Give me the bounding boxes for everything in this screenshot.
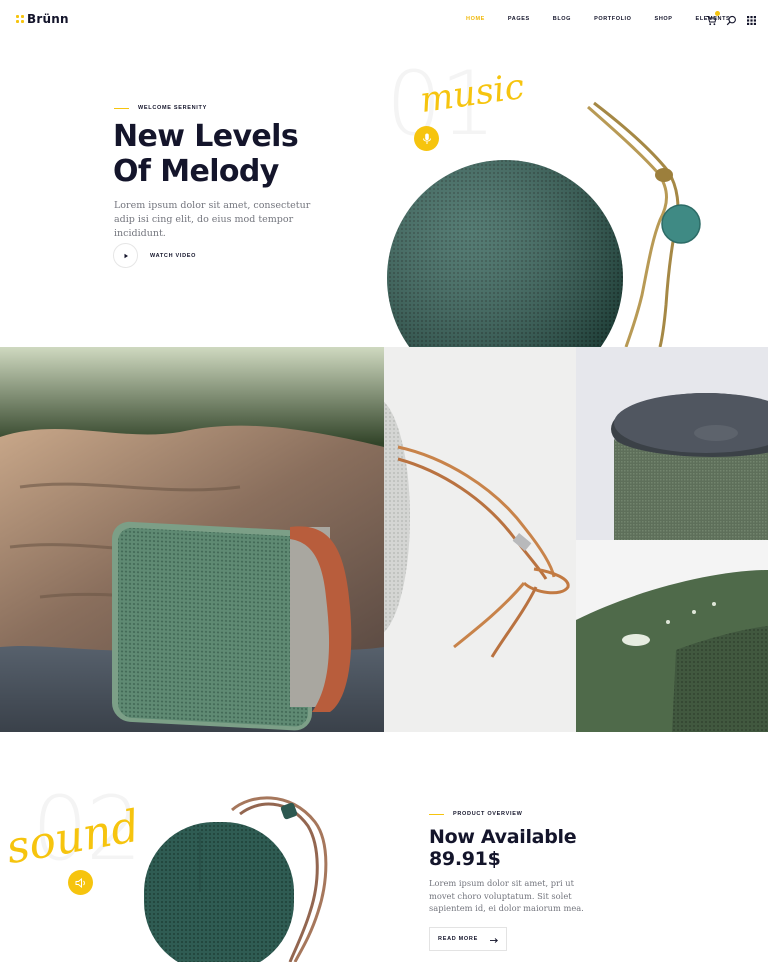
cart-icon[interactable] — [706, 11, 720, 26]
logo-mark-icon — [16, 15, 24, 23]
speaker-icon[interactable] — [68, 870, 93, 895]
logo[interactable]: Brünn — [16, 12, 69, 26]
hero-description: Lorem ipsum dolor sit amet, consectetur … — [114, 200, 311, 239]
hero-title: New Levels Of Melody — [113, 119, 353, 189]
hero-eyebrow-text: WELCOME SERENITY — [138, 105, 207, 111]
watch-video-label: WATCH VIDEO — [150, 252, 197, 259]
product-description: Lorem ipsum dolor sit amet, pri ut movet… — [429, 878, 584, 913]
nav-item-pages[interactable]: PAGES — [508, 16, 530, 22]
eyebrow-line — [429, 813, 444, 815]
gallery-image-strap-detail[interactable] — [384, 347, 576, 732]
nav-item-blog[interactable]: BLOG — [553, 16, 571, 22]
product-title-line1: Now Available — [429, 826, 577, 848]
play-icon — [113, 243, 138, 268]
nav-item-shop[interactable]: SHOP — [655, 16, 673, 22]
gallery-image-speaker-buttons[interactable] — [576, 540, 768, 732]
watch-video-button[interactable]: WATCH VIDEO — [113, 243, 196, 268]
hero-title-line1: New Levels — [113, 119, 299, 154]
site-header: Brünn HOME PAGES BLOG PORTFOLIO SHOP ELE… — [0, 0, 768, 40]
gallery-image-log-speaker[interactable] — [0, 347, 384, 732]
read-more-button[interactable]: READ MORE — [429, 927, 507, 951]
hero-speaker-image — [380, 95, 768, 347]
product-gallery — [0, 347, 768, 732]
product-title: Now Available 89.91$ — [429, 826, 649, 870]
arrow-right-icon — [489, 930, 498, 948]
product-eyebrow: PRODUCT OVERVIEW — [429, 811, 522, 817]
header-icons — [706, 11, 757, 26]
hero-eyebrow: WELCOME SERENITY — [114, 105, 207, 111]
hero-title-line2: Of Melody — [113, 154, 279, 189]
logo-text: Brünn — [27, 12, 69, 26]
read-more-label: READ MORE — [438, 936, 478, 942]
grid-menu-icon[interactable] — [746, 13, 757, 25]
eyebrow-line — [114, 107, 129, 109]
cart-badge — [715, 11, 720, 16]
main-nav: HOME PAGES BLOG PORTFOLIO SHOP ELEMENTS — [466, 16, 730, 22]
nav-item-portfolio[interactable]: PORTFOLIO — [594, 16, 631, 22]
gallery-image-fabric-speaker[interactable] — [576, 347, 768, 540]
product-speaker-image — [140, 792, 340, 962]
product-price: 89.91$ — [429, 848, 501, 870]
search-icon[interactable] — [726, 13, 737, 26]
product-eyebrow-text: PRODUCT OVERVIEW — [453, 811, 523, 817]
microphone-icon[interactable] — [414, 126, 439, 151]
nav-item-home[interactable]: HOME — [466, 16, 485, 22]
